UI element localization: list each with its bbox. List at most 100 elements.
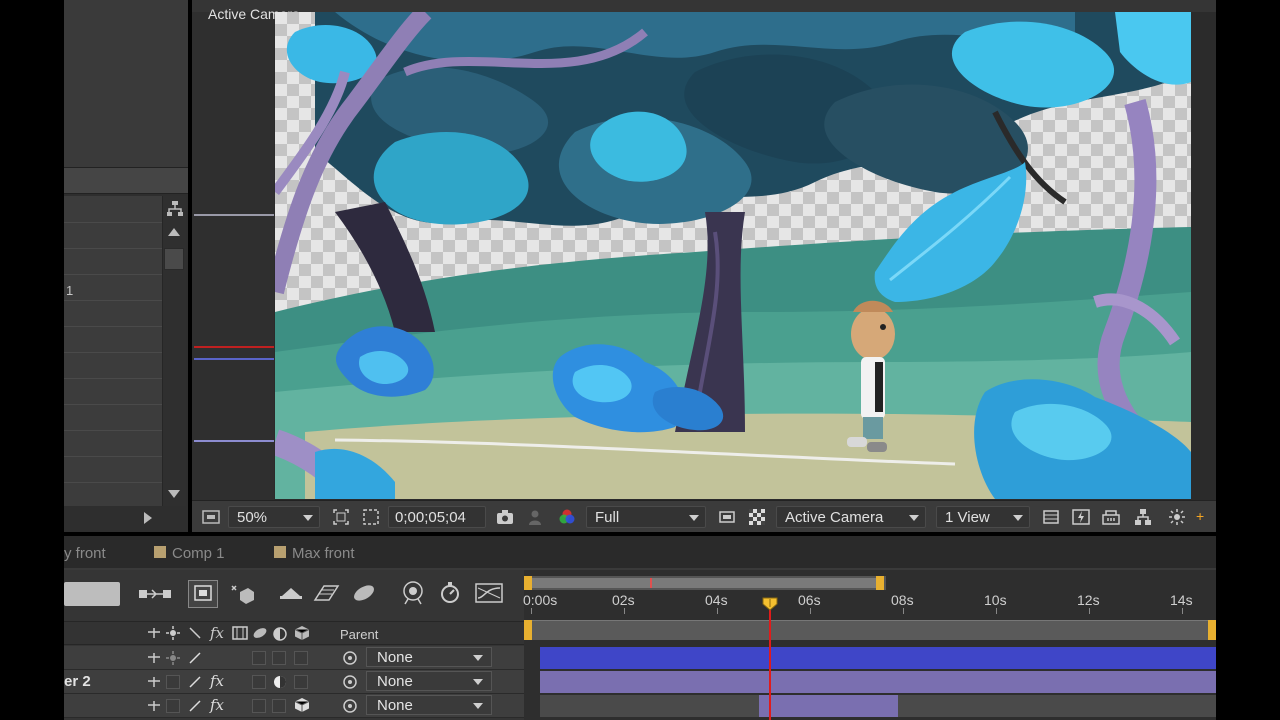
motion-blur-icon[interactable]	[312, 582, 340, 607]
graph-editor-eye-icon[interactable]	[398, 580, 428, 609]
view-layout-dropdown[interactable]: 1 View	[936, 506, 1030, 528]
timeline-link-icon[interactable]	[1102, 508, 1120, 526]
project-item-list[interactable]	[64, 196, 162, 506]
work-area-start-handle[interactable]	[524, 576, 532, 590]
project-preview-area	[64, 0, 188, 168]
tab-comp-1[interactable]: Comp 1	[172, 545, 225, 562]
scroll-up-icon[interactable]	[168, 228, 180, 236]
hide-shy-layers-icon[interactable]	[228, 582, 256, 607]
forest-scene-artwork	[275, 12, 1191, 499]
effects-toggle-icon[interactable]: fx	[210, 696, 224, 714]
layer-row[interactable]: er 2 fx None	[64, 670, 524, 694]
switch-box[interactable]	[294, 651, 308, 665]
collapse-toggle-icon[interactable]	[166, 651, 180, 668]
region-of-interest-icon[interactable]	[362, 508, 380, 526]
viewer-top-ruler	[192, 0, 1216, 12]
show-snapshot-icon[interactable]	[526, 508, 544, 526]
timeline-tabs-bar: y front Comp 1 Max front	[64, 536, 1216, 570]
project-header-band	[64, 168, 188, 194]
quality-toggle-icon[interactable]	[188, 675, 202, 692]
scroll-thumb[interactable]	[164, 248, 184, 270]
current-time-indicator[interactable]	[768, 604, 771, 720]
chevron-down-icon	[909, 515, 919, 521]
fast-preview-bolt-icon[interactable]	[1072, 508, 1090, 526]
switch-box[interactable]	[252, 675, 266, 689]
chevron-down-icon	[473, 703, 483, 709]
quality-toggle-icon[interactable]	[188, 699, 202, 716]
hierarchy-icon[interactable]	[166, 200, 184, 221]
parent-dropdown[interactable]: None	[366, 695, 492, 715]
time-navigator[interactable]	[528, 620, 1212, 640]
adjustment-toggle-icon[interactable]	[272, 674, 288, 693]
exposure-reset-icon[interactable]	[1168, 508, 1186, 526]
comp-swatch-icon	[274, 546, 286, 558]
fit-to-frame-icon[interactable]	[332, 508, 350, 526]
parent-dropdown[interactable]: None	[366, 647, 492, 667]
expand-arrow-icon[interactable]	[144, 512, 152, 524]
chevron-down-icon	[473, 655, 483, 661]
ruler-tick-label: 14s	[1170, 592, 1193, 608]
parent-value: None	[377, 697, 413, 714]
quality-toggle-icon[interactable]	[188, 651, 202, 668]
shy-switch-icon	[146, 626, 162, 643]
switch-box[interactable]	[252, 651, 266, 665]
switch-box[interactable]	[166, 699, 180, 713]
toggle-pixel-aspect-icon[interactable]	[1042, 508, 1060, 526]
switch-box[interactable]	[166, 675, 180, 689]
effects-toggle-icon[interactable]: fx	[210, 672, 224, 690]
switch-box[interactable]	[294, 675, 308, 689]
work-area-end-handle[interactable]	[876, 576, 884, 590]
switch-box[interactable]	[272, 651, 286, 665]
pick-whip-icon[interactable]	[342, 698, 358, 717]
draft-3d-button[interactable]	[188, 580, 218, 608]
layer-search-input[interactable]	[64, 582, 120, 606]
layer-duration-bar[interactable]	[540, 647, 1216, 669]
time-navigator-end-handle[interactable]	[1208, 620, 1216, 640]
graph-editor-icon[interactable]	[474, 582, 504, 607]
parent-dropdown[interactable]: None	[366, 671, 492, 691]
transparency-grid-icon[interactable]	[748, 508, 766, 526]
current-time-indicator-head[interactable]	[762, 597, 778, 611]
camera-snapshot-icon[interactable]	[496, 508, 514, 526]
project-scrollbar[interactable]	[162, 196, 186, 506]
resolution-value: Full	[595, 509, 620, 526]
color-channels-icon[interactable]	[558, 508, 576, 526]
tab-front[interactable]: y front	[64, 545, 106, 562]
resolution-dropdown[interactable]: Full	[586, 506, 706, 528]
ruler-tick-label: 08s	[891, 592, 914, 608]
camera-view-dropdown[interactable]: Active Camera	[776, 506, 926, 528]
stopwatch-icon[interactable]	[438, 580, 462, 609]
fast-previews-icon[interactable]	[718, 508, 736, 526]
frame-blending-icon[interactable]	[278, 582, 304, 607]
3d-layer-toggle-icon[interactable]	[294, 697, 310, 716]
shy-toggle-icon[interactable]	[146, 675, 162, 692]
current-time-display[interactable]: 0;00;05;04	[388, 506, 486, 528]
exposure-value-icon[interactable]: +	[1196, 508, 1216, 526]
viewer-options-icon[interactable]	[202, 508, 220, 526]
comp-swatch-icon	[154, 546, 166, 558]
ruler-tick-label: 12s	[1077, 592, 1100, 608]
time-navigator-start-handle[interactable]	[524, 620, 532, 640]
switch-box[interactable]	[272, 699, 286, 713]
layer-duration-bar[interactable]	[758, 695, 899, 717]
shy-toggle-icon[interactable]	[146, 651, 162, 668]
composition-mini-flowchart-icon[interactable]	[138, 584, 172, 607]
magnification-dropdown[interactable]: 50%	[228, 506, 320, 528]
composition-canvas[interactable]	[275, 12, 1191, 499]
work-area-bar[interactable]	[528, 578, 880, 588]
tab-max-front[interactable]: Max front	[292, 545, 355, 562]
layer-row[interactable]: None	[64, 646, 524, 670]
collapse-switch-icon	[166, 626, 180, 643]
brainstorm-icon[interactable]	[350, 582, 378, 607]
layer-row[interactable]: fx None	[64, 694, 524, 718]
switch-box[interactable]	[252, 699, 266, 713]
chevron-down-icon	[1013, 515, 1023, 521]
layer-duration-bar[interactable]	[540, 671, 1216, 693]
chevron-down-icon	[689, 515, 699, 521]
parent-value: None	[377, 649, 413, 666]
flowchart-icon[interactable]	[1134, 508, 1152, 526]
pick-whip-icon[interactable]	[342, 674, 358, 693]
pick-whip-icon[interactable]	[342, 650, 358, 669]
scroll-down-icon[interactable]	[168, 490, 180, 498]
shy-toggle-icon[interactable]	[146, 699, 162, 716]
